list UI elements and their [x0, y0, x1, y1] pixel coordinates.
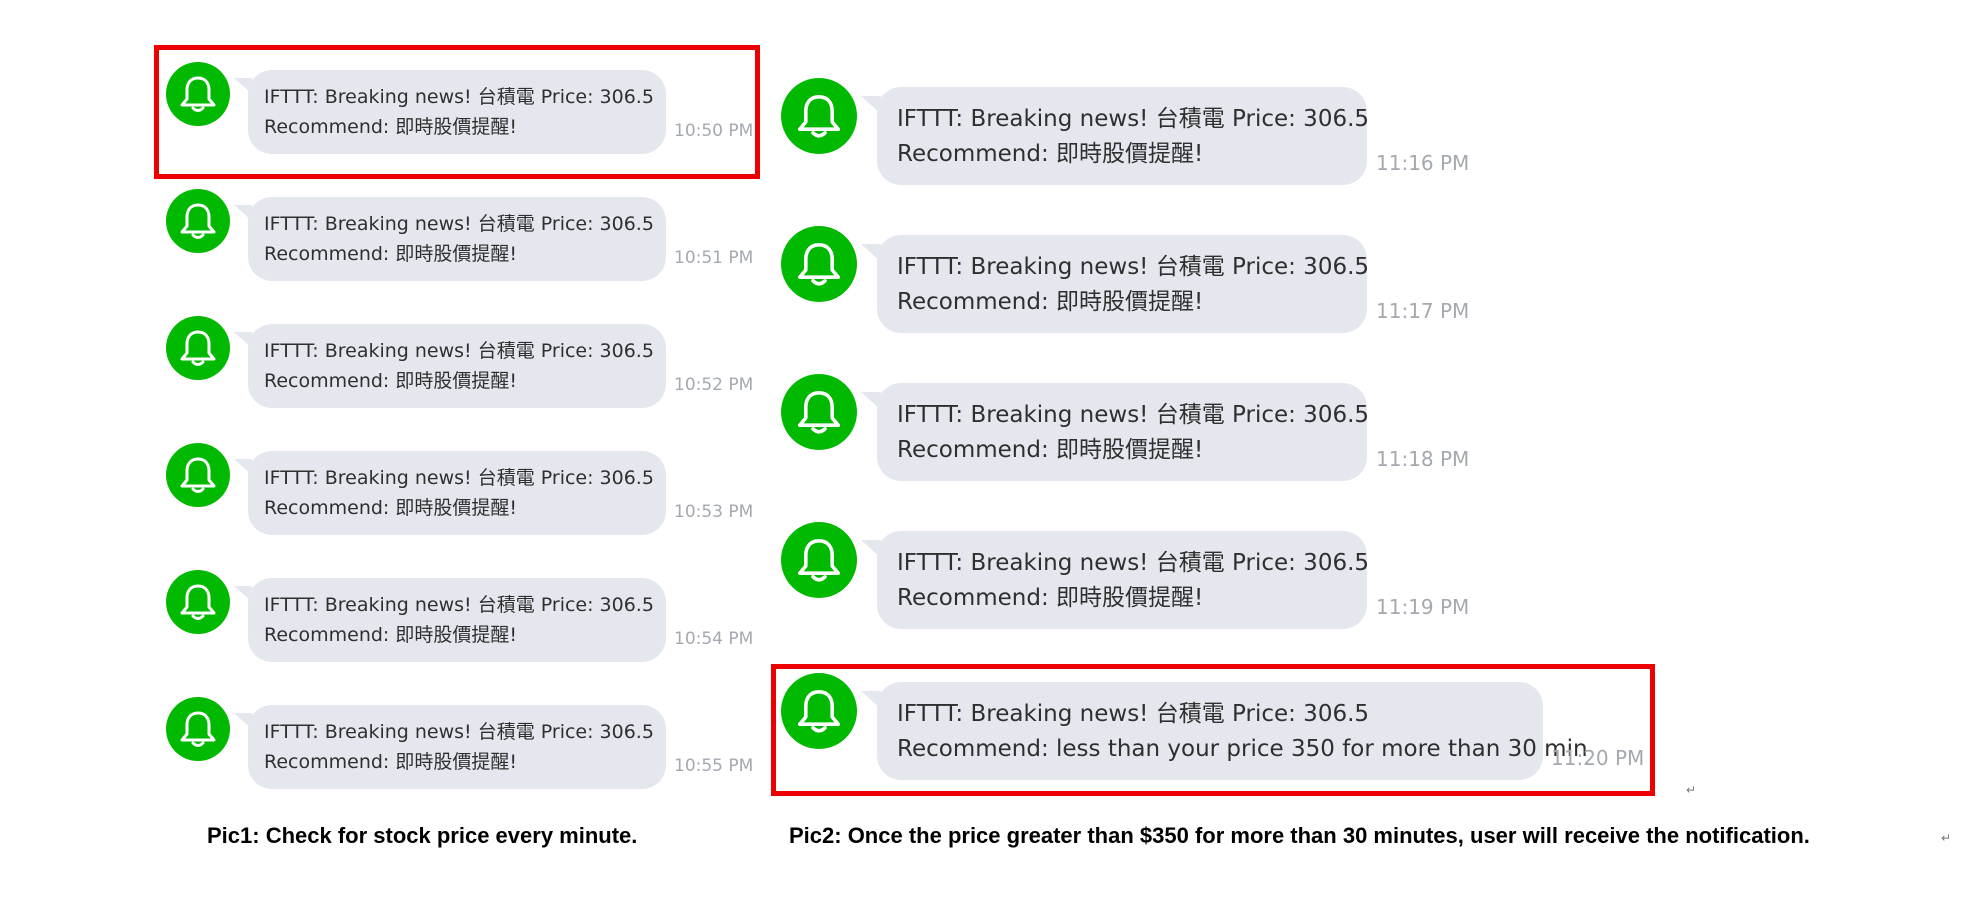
- message-line-1: IFTTT: Breaking news! 台積電 Price: 306.5: [264, 340, 654, 362]
- message-bubble: IFTTT: Breaking news! 台積電 Price: 306.5 R…: [234, 324, 666, 408]
- bot-avatar: [166, 189, 230, 253]
- message-line-1: IFTTT: Breaking news! 台積電 Price: 306.5: [264, 213, 654, 235]
- bell-icon: [798, 391, 840, 434]
- bell-icon: [180, 76, 216, 112]
- bell-icon: [180, 584, 216, 620]
- bot-avatar: [166, 62, 230, 126]
- message-bubble: IFTTT: Breaking news! 台積電 Price: 306.5 R…: [861, 235, 1370, 333]
- message-bubble: IFTTT: Breaking news! 台積電 Price: 306.5 R…: [234, 578, 666, 662]
- bell-icon: [798, 243, 840, 286]
- bell-icon: [180, 457, 216, 493]
- message-bubble: IFTTT: Breaking news! 台積電 Price: 306.5 R…: [234, 451, 666, 535]
- message-line-2: Recommend: 即時股價提醒!: [264, 116, 517, 138]
- bell-icon: [798, 690, 840, 733]
- message-line-1: IFTTT: Breaking news! 台積電 Price: 306.5: [897, 254, 1370, 280]
- bot-avatar: [781, 522, 857, 598]
- bell-icon: [798, 95, 840, 138]
- bot-avatar: [781, 226, 857, 302]
- message-line-2: Recommend: 即時股價提醒!: [264, 243, 517, 265]
- bot-avatar: [781, 78, 857, 154]
- message-timestamp: 11:19 PM: [1376, 595, 1470, 619]
- message-timestamp: 10:50 PM: [674, 121, 754, 141]
- pic1-caption: Pic1: Check for stock price every minute…: [207, 823, 638, 848]
- message-timestamp: 10:51 PM: [674, 248, 754, 268]
- message-timestamp: 11:18 PM: [1376, 447, 1470, 471]
- return-mark: ↵: [1686, 783, 1697, 797]
- message-line-1: IFTTT: Breaking news! 台積電 Price: 306.5: [897, 402, 1370, 428]
- bot-avatar: [166, 697, 230, 761]
- bot-avatar: [781, 673, 857, 749]
- message-bubble: IFTTT: Breaking news! 台積電 Price: 306.5 R…: [861, 531, 1370, 629]
- message-timestamp: 11:16 PM: [1376, 151, 1470, 175]
- message-line-1: IFTTT: Breaking news! 台積電 Price: 306.5: [264, 721, 654, 743]
- return-mark: ↵: [1941, 831, 1952, 845]
- message-bubble: IFTTT: Breaking news! 台積電 Price: 306.5 R…: [861, 87, 1370, 185]
- message-timestamp: 11:17 PM: [1376, 299, 1470, 323]
- message-line-2: Recommend: 即時股價提醒!: [264, 370, 517, 392]
- bot-avatar: [166, 443, 230, 507]
- bell-icon: [180, 203, 216, 239]
- message-line-2: Recommend: 即時股價提醒!: [264, 497, 517, 519]
- bell-icon: [180, 711, 216, 747]
- bot-avatar: [166, 316, 230, 380]
- bot-avatar: [166, 570, 230, 634]
- bell-icon: [180, 330, 216, 366]
- message-line-2: Recommend: 即時股價提醒!: [897, 585, 1204, 611]
- message-line-1: IFTTT: Breaking news! 台積電 Price: 306.5: [264, 86, 654, 108]
- message-bubble: IFTTT: Breaking news! 台積電 Price: 306.5 R…: [861, 682, 1588, 780]
- message-line-1: IFTTT: Breaking news! 台積電 Price: 306.5: [897, 106, 1370, 132]
- message-bubble: IFTTT: Breaking news! 台積電 Price: 306.5 R…: [234, 70, 666, 154]
- bell-icon: [798, 539, 840, 582]
- message-bubble: IFTTT: Breaking news! 台積電 Price: 306.5 R…: [861, 383, 1370, 481]
- message-line-2: Recommend: 即時股價提醒!: [897, 437, 1204, 463]
- message-timestamp: 10:54 PM: [674, 629, 754, 649]
- message-line-1: IFTTT: Breaking news! 台積電 Price: 306.5: [264, 594, 654, 616]
- message-timestamp: 10:53 PM: [674, 502, 754, 522]
- message-line-1: IFTTT: Breaking news! 台積電 Price: 306.5: [897, 550, 1370, 576]
- message-line-2: Recommend: less than your price 350 for …: [897, 736, 1588, 762]
- bot-avatar: [781, 374, 857, 450]
- message-timestamp: 10:55 PM: [674, 756, 754, 776]
- message-line-1: IFTTT: Breaking news! 台積電 Price: 306.5: [264, 467, 654, 489]
- message-line-2: Recommend: 即時股價提醒!: [897, 289, 1204, 315]
- message-bubble: IFTTT: Breaking news! 台積電 Price: 306.5 R…: [234, 705, 666, 789]
- message-line-2: Recommend: 即時股價提醒!: [264, 624, 517, 646]
- pic2-caption: Pic2: Once the price greater than $350 f…: [789, 823, 1810, 848]
- message-timestamp: 11:20 PM: [1551, 746, 1645, 770]
- message-line-2: Recommend: 即時股價提醒!: [897, 141, 1204, 167]
- message-timestamp: 10:52 PM: [674, 375, 754, 395]
- message-line-2: Recommend: 即時股價提醒!: [264, 751, 517, 773]
- message-line-1: IFTTT: Breaking news! 台積電 Price: 306.5: [897, 701, 1370, 727]
- message-bubble: IFTTT: Breaking news! 台積電 Price: 306.5 R…: [234, 197, 666, 281]
